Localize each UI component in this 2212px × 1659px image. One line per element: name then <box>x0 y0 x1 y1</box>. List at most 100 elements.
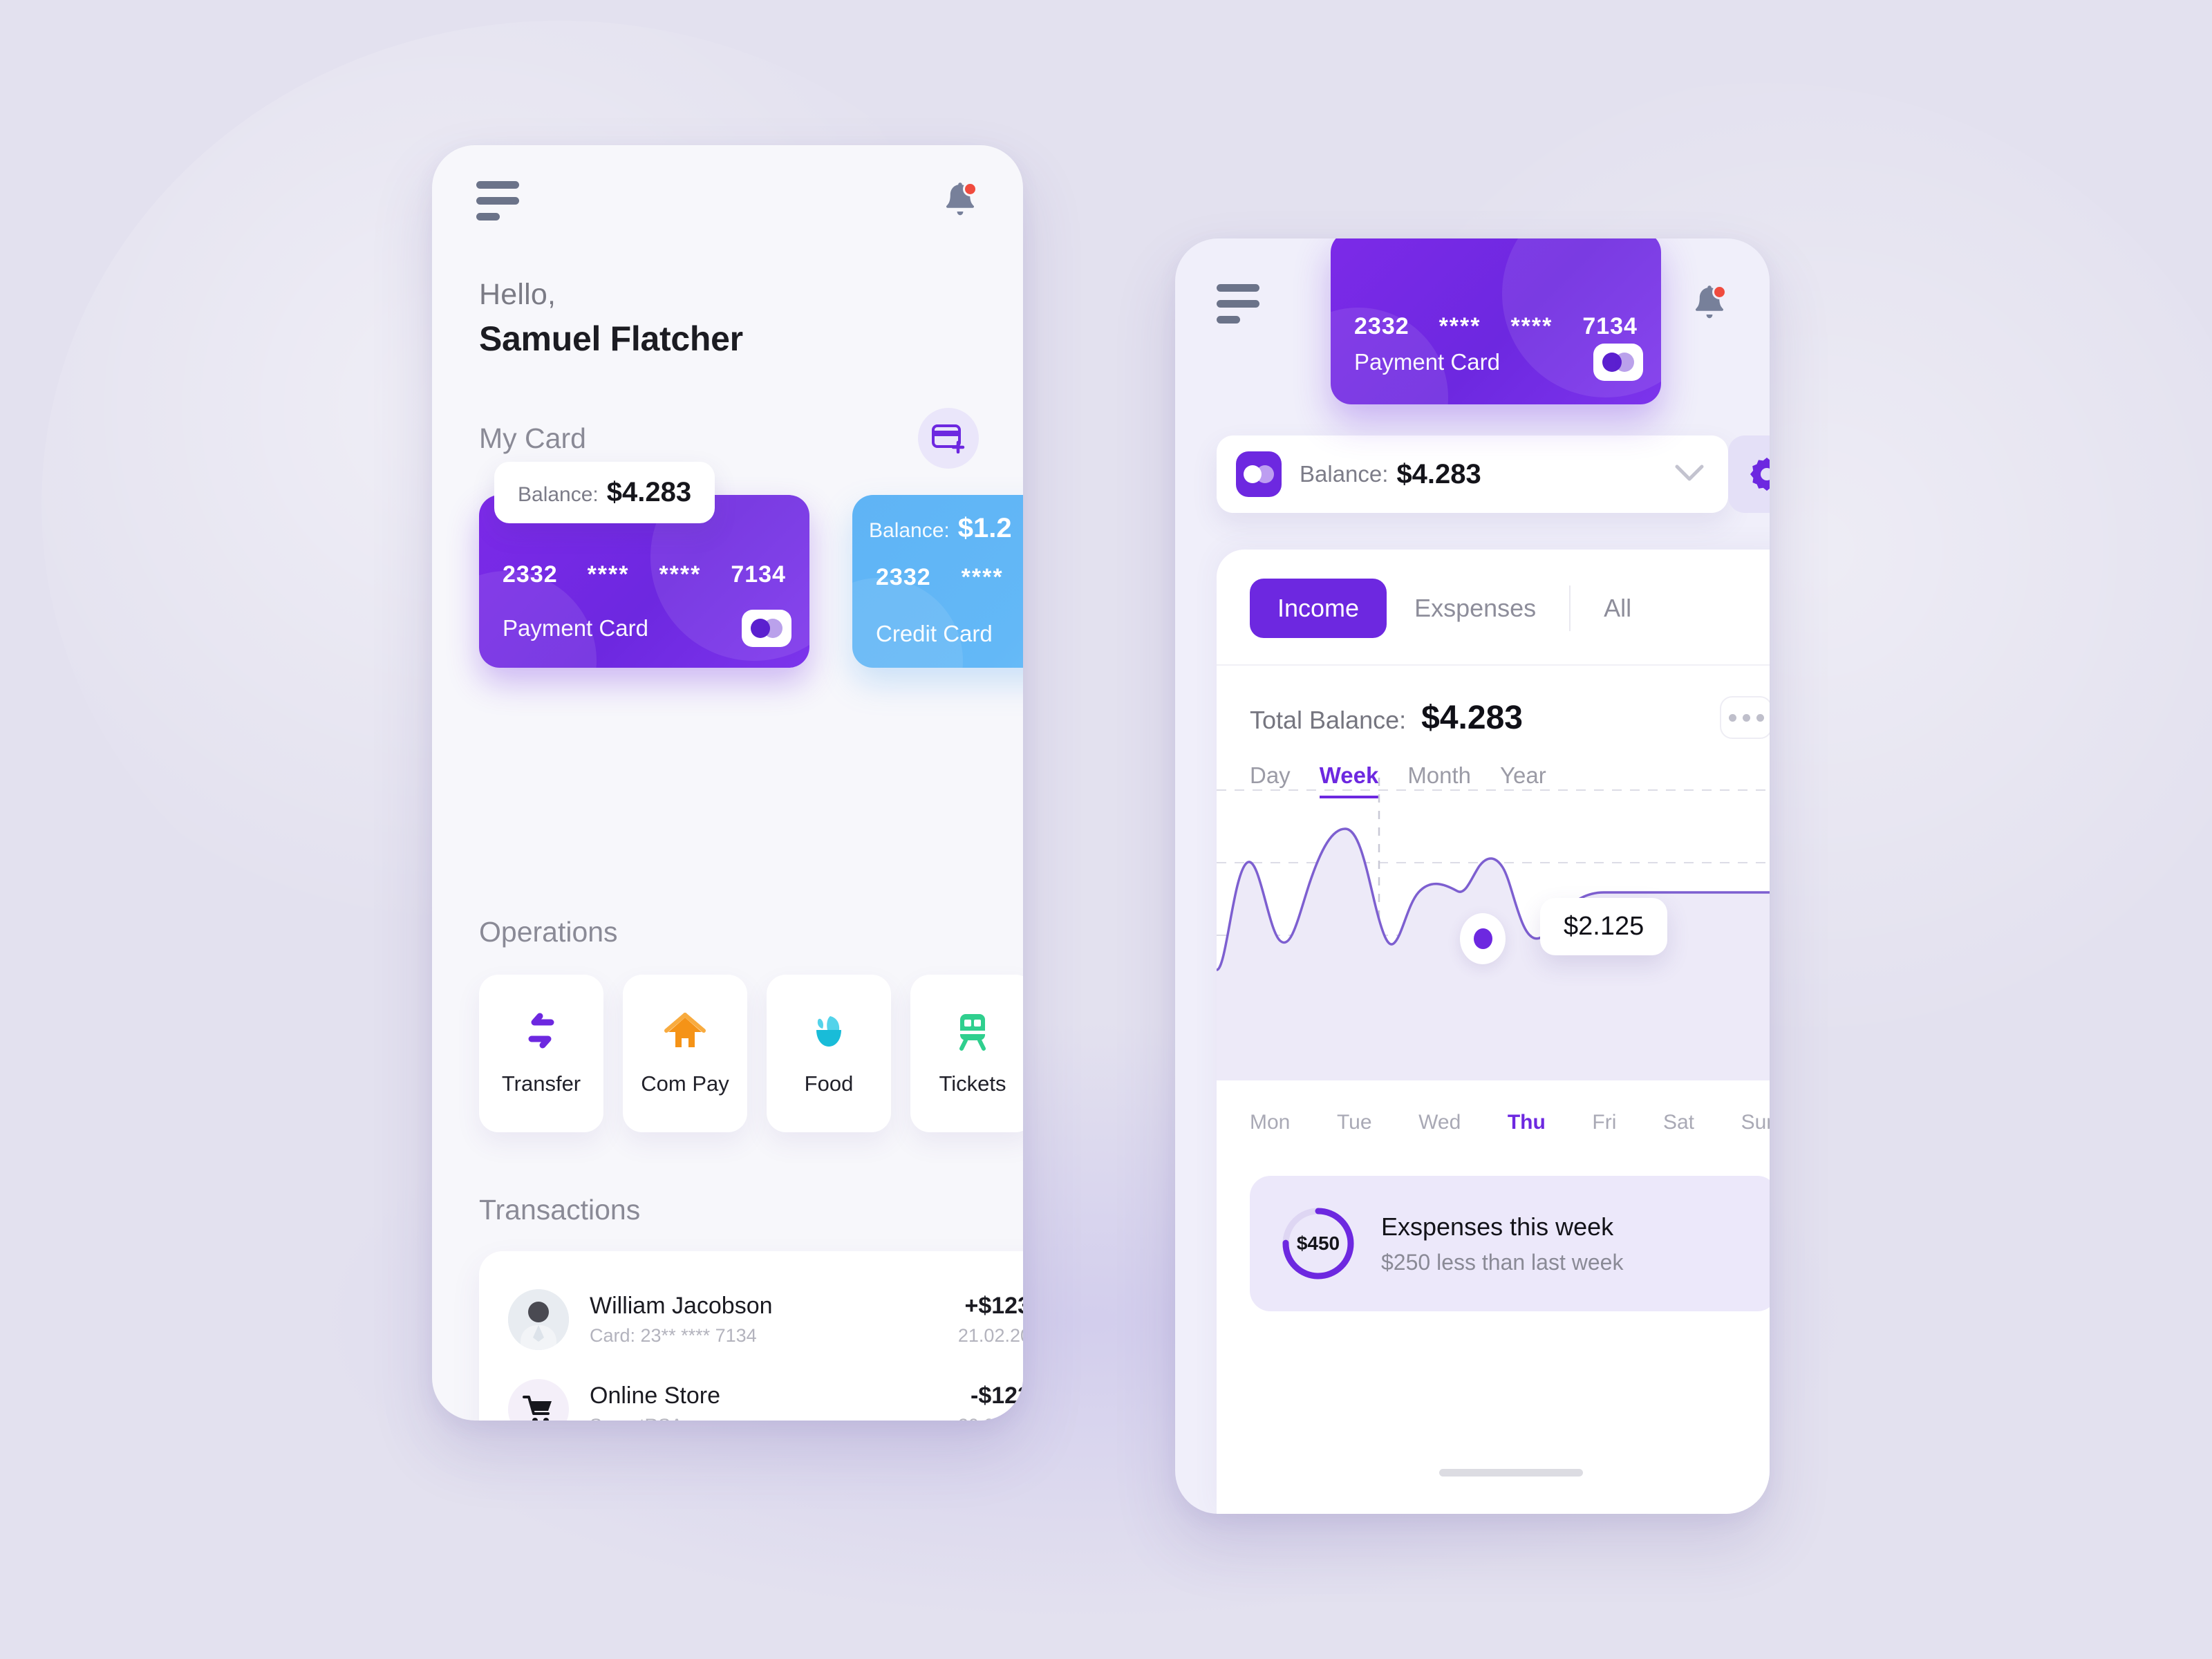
axis-tick-fri: Fri <box>1592 1111 1617 1134</box>
balance-select-label: Balance: <box>1300 461 1389 487</box>
transaction-meta: -$123 20.02.20 <box>958 1382 1023 1421</box>
payment-card-number: 2332 **** **** 7134 <box>503 561 786 588</box>
transfer-arrows-icon <box>520 1011 563 1053</box>
transaction-name: Online Store <box>590 1382 720 1409</box>
right-phone-screen: 2332 **** **** 7134 Payment Card Balance… <box>1175 238 1770 1514</box>
transactions-card: William Jacobson Card: 23** **** 7134 +$… <box>479 1251 1023 1421</box>
chart-point-dot <box>1473 928 1492 949</box>
left-topbar <box>432 145 1023 256</box>
floating-card-type: Payment Card <box>1354 349 1500 375</box>
mastercard-icon <box>1593 344 1643 381</box>
operation-label: Food <box>804 1071 854 1096</box>
add-card-icon <box>932 424 965 453</box>
income-area-chart[interactable]: $2.125 <box>1217 769 1770 1080</box>
add-card-button[interactable] <box>918 408 979 469</box>
credit-balance-value: $1.2 <box>957 513 1012 543</box>
bank-card-credit[interactable]: Balance: $1.2 2332 **** Credit Card <box>852 495 1023 668</box>
card-number-part: 7134 <box>731 561 786 588</box>
bell-icon[interactable] <box>941 180 979 221</box>
expenses-summary-subtitle: $250 less than last week <box>1381 1249 1624 1275</box>
photo-male-avatar <box>508 1289 569 1350</box>
bell-icon[interactable] <box>1691 283 1728 324</box>
floating-card-footer: Payment Card <box>1354 344 1643 381</box>
credit-card-footer: Credit Card <box>876 621 1023 647</box>
transactions-title: Transactions <box>479 1194 641 1226</box>
chart-x-axis: Mon Tue Wed Thu Fri Sat Sun <box>1250 1111 1770 1134</box>
axis-tick-sat: Sat <box>1662 1111 1694 1134</box>
home-indicator <box>1439 1469 1583 1477</box>
card-number-part: 2332 <box>876 564 931 590</box>
transaction-subtitle: SpoortRSA <box>590 1415 937 1421</box>
card-carousel[interactable]: Balance: $1.2 2332 **** Credit Card 2332… <box>479 462 1023 669</box>
operations-list: Transfer Com Pay Food Tickets <box>479 975 1023 1132</box>
greeting-hello: Hello, <box>479 278 556 311</box>
hamburger-icon[interactable] <box>476 180 519 221</box>
transaction-date: 20.02.20 <box>958 1415 1023 1421</box>
more-dots-icon[interactable] <box>1720 696 1770 739</box>
axis-tick-wed: Wed <box>1418 1111 1461 1134</box>
transaction-info: Online Store SpoortRSA <box>590 1382 937 1421</box>
card-balance-chip: Balance: $4.283 <box>494 462 715 523</box>
operation-tickets[interactable]: Tickets <box>910 975 1023 1132</box>
card-number-part: 2332 <box>1354 313 1409 339</box>
user-name: Samuel Flatcher <box>479 319 743 358</box>
tab-all[interactable]: All <box>1576 579 1659 638</box>
chevron-down-icon[interactable] <box>1674 464 1705 485</box>
expenses-donut-chart: $450 <box>1280 1206 1356 1282</box>
table-row[interactable]: William Jacobson Card: 23** **** 7134 +$… <box>508 1275 1023 1365</box>
my-card-title: My Card <box>479 422 586 454</box>
total-balance-row: Total Balance: $4.283 <box>1217 666 1770 739</box>
credit-balance-label: Balance: <box>869 519 950 542</box>
total-balance-group: Total Balance: $4.283 <box>1250 699 1523 737</box>
dot <box>1756 713 1764 722</box>
expenses-donut-amount: $450 <box>1296 1232 1340 1254</box>
settings-button[interactable] <box>1728 435 1770 513</box>
home-icon <box>664 1011 706 1053</box>
hamburger-icon[interactable] <box>1217 283 1259 324</box>
axis-tick-sun: Sun <box>1741 1111 1770 1134</box>
bank-card-payment-floating[interactable]: 2332 **** **** 7134 Payment Card <box>1331 238 1661 404</box>
dot <box>1728 713 1736 722</box>
card-number-part: 7134 <box>1582 313 1638 339</box>
payment-card-footer: Payment Card <box>503 610 791 647</box>
card-number-part: **** <box>659 561 702 588</box>
total-balance-label: Total Balance: <box>1250 705 1407 734</box>
operation-food[interactable]: Food <box>767 975 891 1132</box>
operation-transfer[interactable]: Transfer <box>479 975 603 1132</box>
operation-label: Transfer <box>501 1071 581 1096</box>
card-number-part: **** <box>587 561 630 588</box>
food-bowl-icon <box>807 1011 850 1053</box>
card-number-part: **** <box>1438 313 1481 339</box>
train-icon <box>951 1011 994 1053</box>
notification-dot <box>963 182 977 196</box>
balance-select-value: $4.283 <box>1396 458 1481 489</box>
hamburger-line <box>476 180 519 189</box>
hamburger-line <box>476 212 500 221</box>
total-balance-value: $4.283 <box>1421 699 1523 736</box>
transaction-name: William Jacobson <box>590 1293 773 1319</box>
credit-card-balance: Balance: $1.2 <box>869 513 1012 544</box>
greeting-block: Hello, Samuel Flatcher <box>479 278 743 359</box>
table-row[interactable]: Online Store SpoortRSA -$123 20.02.20 <box>508 1365 1023 1421</box>
filter-tabs: Income Exspenses All <box>1217 550 1770 666</box>
tab-divider <box>1569 585 1571 631</box>
card-number-part: 2332 <box>503 561 558 588</box>
operation-label: Tickets <box>939 1071 1006 1096</box>
transaction-amount: -$123 <box>971 1382 1023 1409</box>
tab-exspenses[interactable]: Exspenses <box>1387 579 1564 638</box>
tab-income[interactable]: Income <box>1250 579 1387 638</box>
chart-point-marker[interactable] <box>1460 913 1506 964</box>
gear-icon <box>1750 458 1770 491</box>
credit-card-type: Credit Card <box>876 621 993 646</box>
payment-card-type: Payment Card <box>503 615 648 641</box>
expenses-summary-card[interactable]: $450 Exspenses this week $250 less than … <box>1250 1176 1770 1311</box>
operation-com-pay[interactable]: Com Pay <box>623 975 747 1132</box>
balance-label: Balance: <box>518 483 599 506</box>
expenses-summary-title: Exspenses this week <box>1381 1212 1614 1241</box>
operations-title: Operations <box>479 916 618 948</box>
axis-tick-thu: Thu <box>1507 1111 1546 1134</box>
left-phone-screen: Hello, Samuel Flatcher My Card Balance: … <box>432 145 1023 1421</box>
mastercard-icon <box>1236 451 1282 497</box>
chart-tooltip: $2.125 <box>1540 898 1668 955</box>
balance-select[interactable]: Balance: $4.283 <box>1217 435 1728 513</box>
